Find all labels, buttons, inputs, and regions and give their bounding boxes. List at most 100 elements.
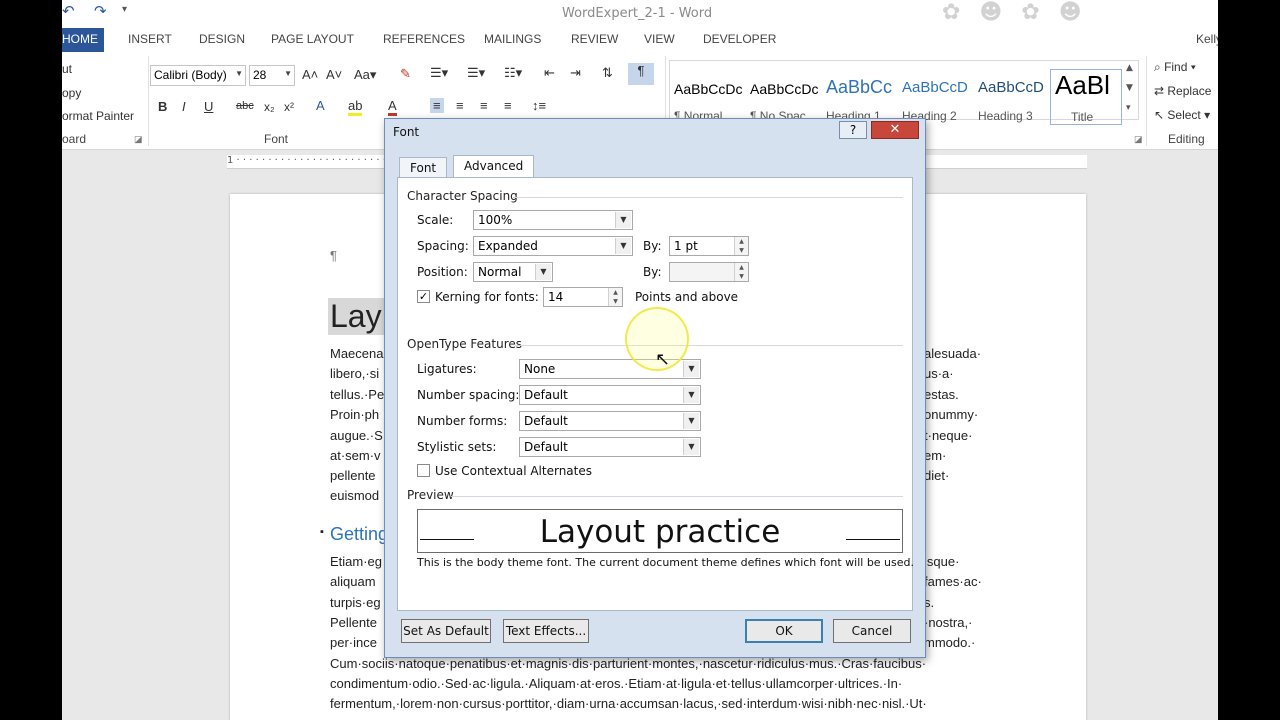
body-line[interactable]: pellente <box>330 468 376 483</box>
strikethrough-icon[interactable]: abc <box>236 100 254 112</box>
format-painter-button[interactable]: ormat Painter <box>62 109 134 123</box>
body-line[interactable]: Etiam·eg <box>330 554 382 569</box>
spinner-icon[interactable]: ▲ ▼ <box>608 288 622 306</box>
tab-insert[interactable]: INSERT <box>128 32 172 46</box>
tab-references[interactable]: REFERENCES <box>383 32 465 46</box>
numbering-icon[interactable]: ☰▾ <box>467 65 485 81</box>
body-line[interactable]: fermentum,·lorem·non·cursus·porttitor,·d… <box>330 696 927 711</box>
align-left-icon[interactable]: ≡ <box>430 98 444 113</box>
copy-button[interactable]: opy <box>62 86 81 100</box>
document-title[interactable]: Lay <box>328 298 384 335</box>
body-line[interactable]: Maecena <box>330 346 383 361</box>
tab-view[interactable]: VIEW <box>644 32 675 46</box>
tab-page-layout[interactable]: PAGE LAYOUT <box>271 32 354 46</box>
clear-formatting-icon[interactable]: ✎ <box>400 66 411 82</box>
body-line[interactable]: per·ince <box>330 635 377 650</box>
more-styles-icon[interactable]: ▾ <box>1126 103 1131 113</box>
body-line[interactable]: augue.·S <box>330 428 383 443</box>
number-forms-combo[interactable]: Default ▼ <box>519 411 701 431</box>
body-line[interactable]: at·sem·v <box>330 448 381 463</box>
tab-advanced[interactable]: Advanced <box>453 155 535 177</box>
show-formatting-icon[interactable]: ¶ <box>628 63 654 85</box>
font-name-combo[interactable]: Calibri (Body) ▼ <box>150 65 246 86</box>
kerning-checkbox[interactable]: ✓ <box>417 290 430 303</box>
sort-icon[interactable]: ⇅ <box>602 65 613 81</box>
number-spacing-combo[interactable]: Default ▼ <box>519 385 701 405</box>
body-line[interactable]: em· <box>924 448 946 463</box>
dialog-launcher-icon[interactable]: ◪ <box>1134 134 1143 145</box>
font-size-combo[interactable]: 28 ▼ <box>249 65 295 86</box>
increase-indent-icon[interactable]: ⇥ <box>570 65 581 81</box>
body-line[interactable]: Cum·sociis·natoque·penatibus·et·magnis·d… <box>330 656 926 671</box>
heading-text[interactable]: Getting <box>330 524 388 545</box>
line-spacing-icon[interactable]: ↕≡ <box>532 98 546 113</box>
close-button[interactable]: ✕ <box>871 121 919 139</box>
contextual-alternates-checkbox[interactable] <box>417 464 430 477</box>
body-line[interactable]: alesuada· <box>924 346 981 361</box>
underline-icon[interactable]: U <box>204 99 213 114</box>
body-line[interactable]: diet· <box>924 468 949 483</box>
style-heading-2[interactable]: AaBbCcD Heading 2 <box>898 69 974 125</box>
shrink-font-icon[interactable]: A˅ <box>326 67 342 82</box>
scale-combo[interactable]: 100% ▼ <box>473 210 633 230</box>
body-line[interactable]: condimentum·odio.·Sed·ac·ligula.·Aliquam… <box>330 676 902 691</box>
tab-design[interactable]: DESIGN <box>199 32 245 46</box>
text-effects-button[interactable]: Text Effects... <box>503 619 589 643</box>
body-line[interactable]: turpis·eg <box>330 595 381 610</box>
help-button[interactable]: ? <box>839 121 867 139</box>
align-right-icon[interactable]: ≡ <box>480 98 488 113</box>
body-line[interactable]: us·a· <box>924 366 954 381</box>
scroll-down-icon[interactable]: ▼ <box>1126 83 1133 93</box>
dialog-launcher-icon[interactable]: ◪ <box>134 134 143 145</box>
ok-button[interactable]: OK <box>745 619 823 643</box>
highlight-icon[interactable]: ab <box>348 98 363 116</box>
grow-font-icon[interactable]: A˄ <box>302 67 318 82</box>
style-no-spacing[interactable]: AaBbCcDc ¶ No Spac... <box>746 69 822 125</box>
body-line[interactable]: fames·ac· <box>924 574 982 589</box>
style-normal[interactable]: AaBbCcDc ¶ Normal <box>670 69 746 125</box>
find-button[interactable]: ⌕ Find ▾ <box>1154 60 1196 75</box>
change-case-icon[interactable]: Aa▾ <box>354 67 376 83</box>
body-line[interactable]: onummy· <box>924 407 978 422</box>
kerning-size-input[interactable]: 14 ▲ ▼ <box>543 287 623 307</box>
tab-mailings[interactable]: MAILINGS <box>484 32 541 46</box>
body-line[interactable]: aliquam <box>330 574 376 589</box>
body-line[interactable]: euismod <box>330 488 379 503</box>
customize-qat-icon[interactable]: ▾ <box>122 4 127 15</box>
scroll-up-icon[interactable]: ▲ <box>1126 63 1133 73</box>
bold-icon[interactable]: B <box>158 99 167 114</box>
multilevel-list-icon[interactable]: ☷▾ <box>504 65 522 81</box>
tab-review[interactable]: REVIEW <box>571 32 618 46</box>
redo-icon[interactable]: ↷ <box>94 2 107 20</box>
body-line[interactable]: ·nostra,· <box>924 615 972 630</box>
superscript-icon[interactable]: x² <box>284 100 294 114</box>
body-line[interactable]: tellus.·Pe <box>330 387 384 402</box>
justify-icon[interactable]: ≡ <box>504 98 512 113</box>
bullets-icon[interactable]: ☰▾ <box>430 65 448 81</box>
position-combo[interactable]: Normal ▼ <box>473 262 553 282</box>
spacing-by-input[interactable]: 1 pt ▲ ▼ <box>669 236 749 256</box>
body-line[interactable]: Proin·ph <box>330 407 379 422</box>
body-line[interactable]: isque· <box>924 554 959 569</box>
style-heading-3[interactable]: AaBbCcD Heading 3 <box>974 69 1050 125</box>
tab-developer[interactable]: DEVELOPER <box>703 32 776 46</box>
italic-icon[interactable]: I <box>182 99 186 114</box>
body-line[interactable]: mmodo.· <box>924 635 975 650</box>
replace-button[interactable]: ⇄ Replace <box>1154 84 1211 98</box>
subscript-icon[interactable]: x₂ <box>264 100 275 114</box>
body-line[interactable]: libero,·si <box>330 366 379 381</box>
spinner-icon[interactable]: ▲ ▼ <box>734 263 748 281</box>
position-by-input[interactable]: ▲ ▼ <box>669 262 749 282</box>
user-name[interactable]: Kelly <box>1196 32 1218 46</box>
spacing-combo[interactable]: Expanded ▼ <box>473 236 633 256</box>
style-heading-1[interactable]: AaBbCc Heading 1 <box>822 69 898 125</box>
stylistic-sets-combo[interactable]: Default ▼ <box>519 437 701 457</box>
decrease-indent-icon[interactable]: ⇤ <box>544 65 555 81</box>
select-button[interactable]: ↖ Select ▾ <box>1154 108 1210 122</box>
undo-icon[interactable]: ↶ <box>62 2 75 20</box>
tab-font[interactable]: Font <box>399 157 448 178</box>
set-as-default-button[interactable]: Set As Default <box>401 619 491 643</box>
body-line[interactable]: estas. <box>924 387 959 402</box>
body-line[interactable]: Pellente <box>330 615 377 630</box>
spinner-icon[interactable]: ▲ ▼ <box>734 237 748 255</box>
